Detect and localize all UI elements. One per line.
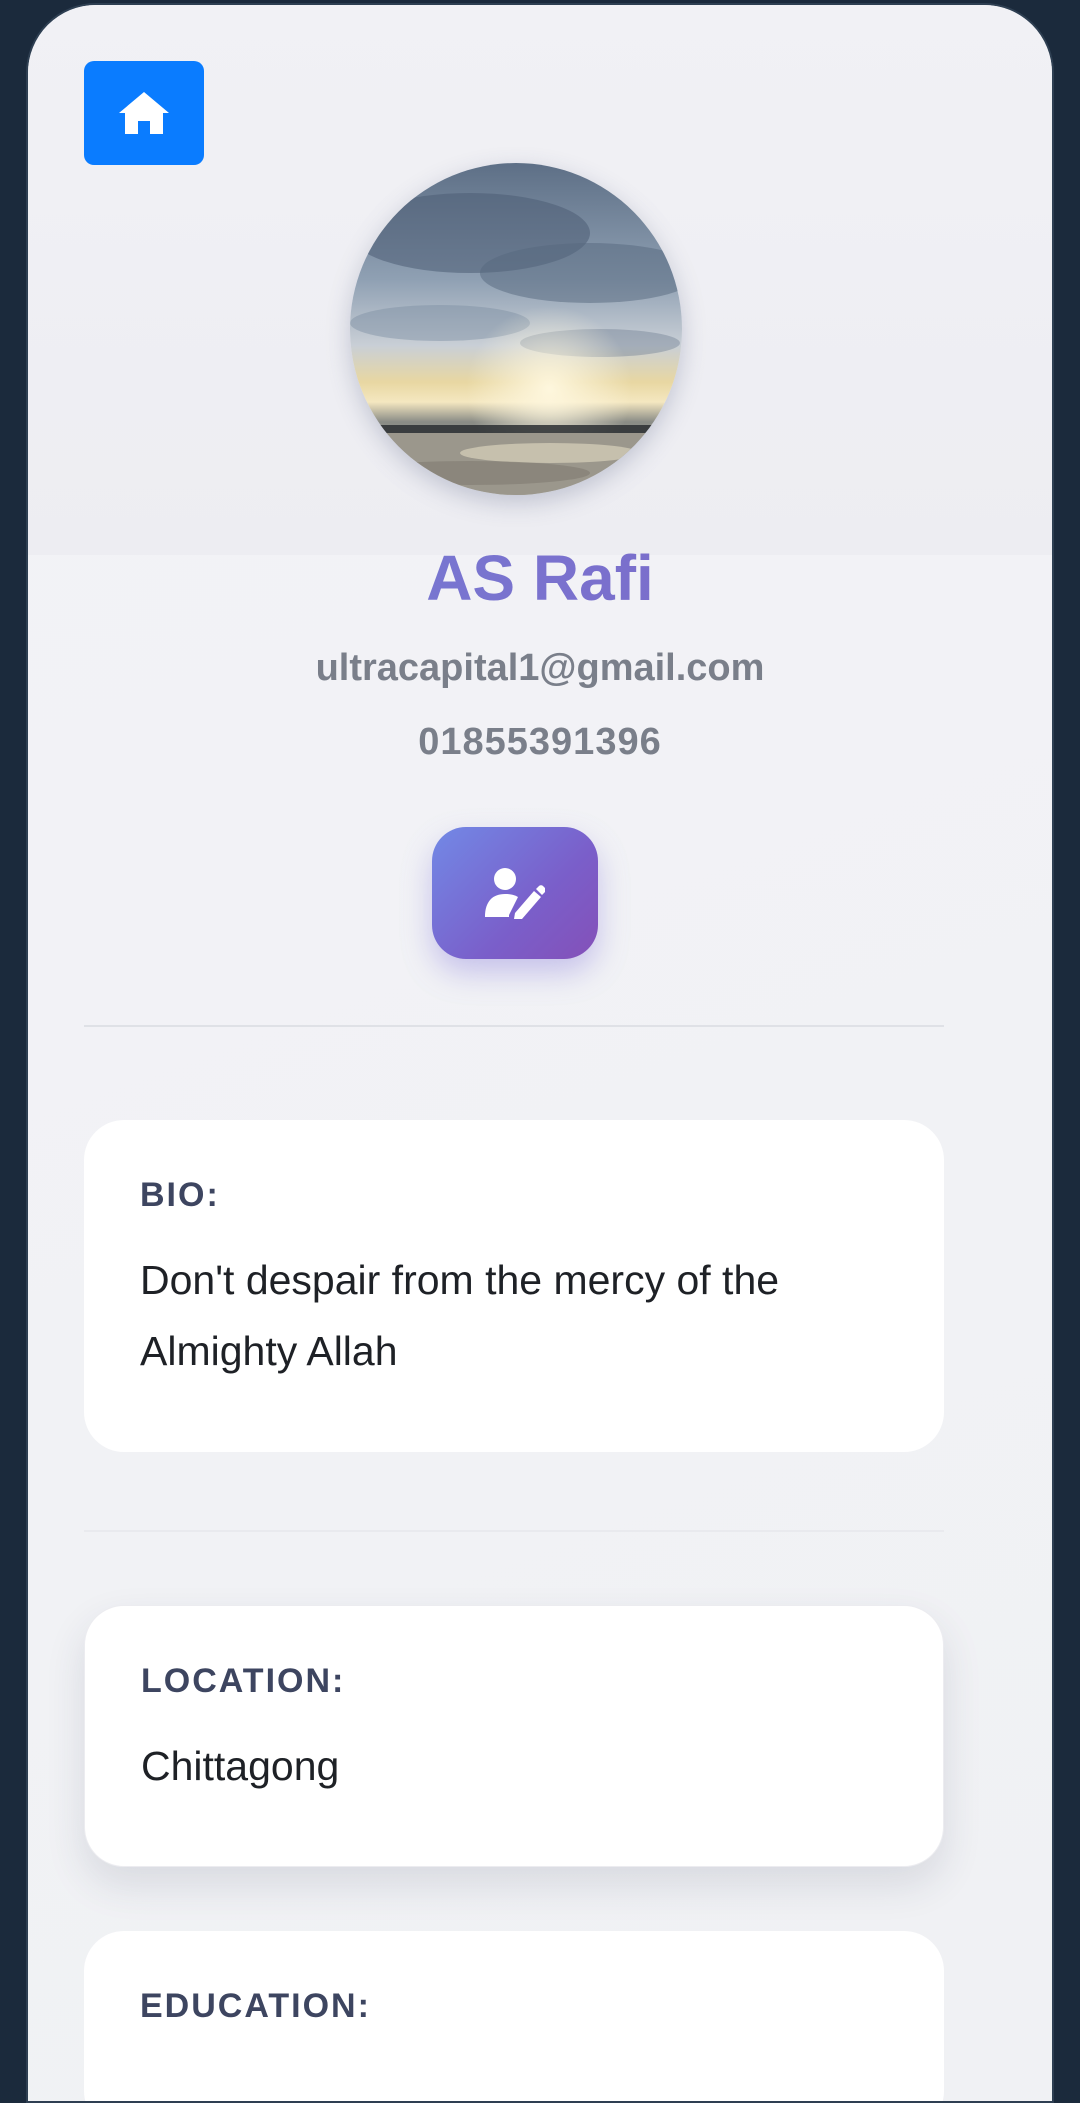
profile-name: AS Rafi [28,541,1052,615]
home-button[interactable] [84,61,204,165]
profile-card: AS Rafi ultracapital1@gmail.com 01855391… [26,3,1054,2103]
education-card: EDUCATION: [84,1931,944,2101]
avatar-image [350,163,682,495]
bio-label: BIO: [140,1176,220,1214]
location-value: Chittagong [141,1743,340,1789]
profile-phone: 01855391396 [418,721,662,763]
divider [84,1025,944,1027]
edit-profile-button[interactable] [432,827,598,959]
profile-email: ultracapital1@gmail.com [315,647,765,689]
education-label: EDUCATION: [140,1987,371,2025]
location-card: LOCATION: Chittagong [84,1605,944,1867]
user-edit-icon [485,868,545,919]
bio-value: Don't despair from the mercy of the Almi… [140,1257,780,1374]
bio-card: BIO: Don't despair from the mercy of the… [84,1120,944,1452]
location-label: LOCATION: [141,1662,346,1700]
avatar[interactable] [350,163,682,495]
divider [84,1530,944,1532]
home-icon [119,92,169,134]
